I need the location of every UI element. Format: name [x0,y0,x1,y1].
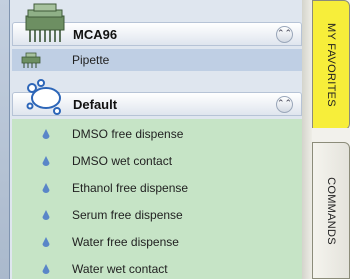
multichannel-pipette-icon [25,3,65,42]
default-item-list: DMSO free dispense DMSO wet contact Etha… [12,119,302,279]
double-chevron-up-icon[interactable]: ⌃⌃ [276,96,293,113]
droplet-icon [42,182,50,193]
item-label: Water wet contact [72,261,168,276]
item-label: Ethanol free dispense [72,180,189,195]
liquid-class-panel: MCA96 ⌃⌃ Pipette Default ⌃⌃ DMSO free di… [0,0,312,279]
double-chevron-up-icon[interactable]: ⌃⌃ [276,26,293,43]
list-item-pipette[interactable]: Pipette [12,46,302,73]
pipette-array-icon [21,52,41,68]
list-item-dmso-wet-contact[interactable]: DMSO wet contact [12,147,302,174]
tab-my-favorites[interactable]: MY FAVORITES [312,0,350,130]
item-label: DMSO free dispense [72,126,184,141]
item-label: Pipette [72,52,110,67]
item-label: DMSO wet contact [72,153,173,168]
panel-left-edge [0,0,10,279]
liquid-splash-icon [26,79,61,115]
list-item-water-wet-contact[interactable]: Water wet contact [12,255,302,279]
mca96-item-list: Pipette [12,49,302,71]
item-label: Water free dispense [72,234,179,249]
item-label: Serum free dispense [72,207,183,222]
list-item-dmso-free-dispense[interactable]: DMSO free dispense [12,120,302,147]
tab-commands[interactable]: COMMANDS [312,142,350,279]
panel-divider [302,0,312,279]
list-item-water-free-dispense[interactable]: Water free dispense [12,228,302,255]
tab-label: COMMANDS [325,176,337,245]
droplet-icon [42,236,50,247]
list-item-serum-free-dispense[interactable]: Serum free dispense [12,201,302,228]
droplet-icon [42,155,50,166]
droplet-icon [42,263,50,274]
droplet-icon [42,128,50,139]
list-item-ethanol-free-dispense[interactable]: Ethanol free dispense [12,174,302,201]
droplet-icon [42,209,50,220]
tab-label: MY FAVORITES [325,23,337,107]
group-title: Default [73,97,118,112]
group-title: MCA96 [73,27,118,42]
